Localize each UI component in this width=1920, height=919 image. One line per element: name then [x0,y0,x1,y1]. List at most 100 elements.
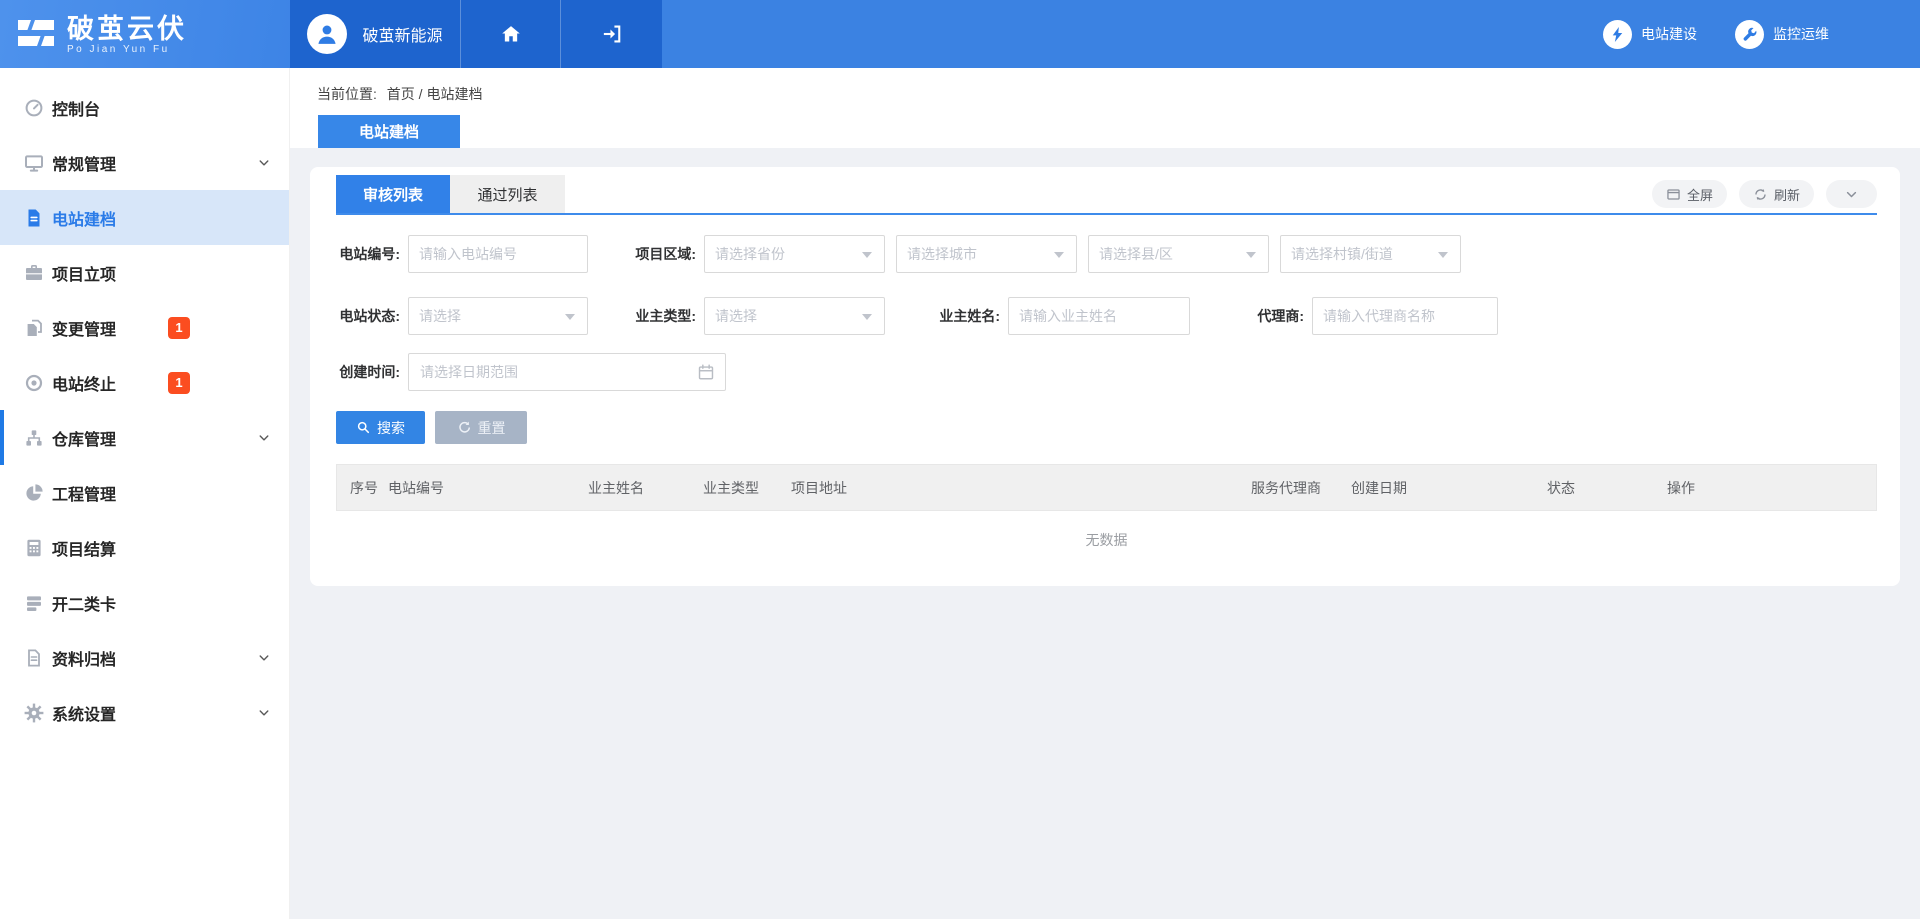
home-icon [500,23,522,45]
signin-button[interactable] [560,0,662,68]
table-header: 序号电站编号业主姓名业主类型项目地址服务代理商创建日期状态操作 [336,464,1877,511]
window-icon [1666,187,1681,202]
sidebar-item-project-init[interactable]: 项目立项 [0,245,289,300]
sidebar-item-warehouse[interactable]: 仓库管理 [0,410,289,465]
chevron-down-icon [257,431,271,445]
sidebar-item-label: 仓库管理 [52,426,116,450]
sidebar-item-label: 资料归档 [52,646,116,670]
nav-station-construction[interactable]: 电站建设 [1603,20,1697,49]
list-tabs: 审核列表通过列表 [336,175,1877,215]
status-select[interactable]: 请选择 [408,297,588,335]
sidebar-item-label: 电站终止 [52,371,116,395]
lightning-icon [1609,26,1626,43]
owner-name-label: 业主姓名: [930,306,1008,326]
breadcrumb-prefix: 当前位置: [317,86,377,102]
region-select-town[interactable]: 请选择村镇/街道 [1280,235,1461,273]
sidebar-item-settlement[interactable]: 项目结算 [0,520,289,575]
table-column-header: 项目地址 [791,478,1251,498]
sidebar-item-label: 开二类卡 [52,591,116,615]
wrench-icon [1741,26,1758,43]
collapse-button[interactable] [1826,180,1877,208]
dashboard-icon [24,98,44,118]
sidebar-item-label: 电站建档 [52,206,116,230]
owner-type-label: 业主类型: [630,306,704,326]
cards-icon [24,593,44,613]
monitor-icon [24,153,44,173]
brand-title: 破茧云伏 [67,14,187,44]
search-button[interactable]: 搜索 [336,411,425,444]
fullscreen-button[interactable]: 全屏 [1652,180,1727,208]
user-menu[interactable]: 破茧新能源 [290,0,460,68]
sidebar-item-settings[interactable]: 系统设置 [0,685,289,740]
owner-type-select[interactable]: 请选择 [704,297,885,335]
sidebar-item-label: 项目立项 [52,261,116,285]
chevron-down-icon [257,706,271,720]
file-icon [24,208,44,228]
sidebar-item-label: 系统设置 [52,701,116,725]
sidebar-item-archive[interactable]: 资料归档 [0,630,289,685]
sidebar-item-general[interactable]: 常规管理 [0,135,289,190]
home-button[interactable] [460,0,560,68]
owner-name-input[interactable] [1008,297,1190,335]
calendar-icon [697,363,715,381]
agent-input[interactable] [1312,297,1498,335]
created-label: 创建时间: [336,362,408,382]
table-column-header: 业主姓名 [588,478,703,498]
sidebar-item-label: 项目结算 [52,536,116,560]
company-name: 破茧新能源 [362,22,442,46]
page-tab-station-file[interactable]: 电站建档 [318,115,460,148]
status-label: 电站状态: [336,306,408,326]
top-header: 破茧云伏 Po Jian Yun Fu 破茧新能源 [0,0,1920,68]
sidebar-item-change[interactable]: 变更管理 1 [0,300,289,355]
chevron-down-icon [257,651,271,665]
sitemap-icon [24,428,44,448]
sidebar-item-label: 工程管理 [52,481,116,505]
sidebar-item-console[interactable]: 控制台 [0,80,289,135]
search-icon [356,420,371,435]
sidebar-item-engineering[interactable]: 工程管理 [0,465,289,520]
sidebar-item-label: 控制台 [52,96,100,120]
pie-icon [24,483,44,503]
briefcase-icon [24,263,44,283]
sidebar-item-card[interactable]: 开二类卡 [0,575,289,630]
count-badge: 1 [168,372,190,394]
tab-review-list[interactable]: 审核列表 [336,175,450,213]
chevron-down-icon [257,156,271,170]
sidebar-menu: 控制台 常规管理 电站建档 项目立项 变更管理 1 电站终止 1 仓库管理 工程… [0,68,290,919]
target-icon [24,373,44,393]
region-select-city[interactable]: 请选择城市 [896,235,1077,273]
sign-in-icon [601,23,623,45]
sidebar-item-station-file[interactable]: 电站建档 [0,190,289,245]
reset-button[interactable]: 重置 [435,411,527,444]
refresh-icon [1753,187,1768,202]
tab-passed-list[interactable]: 通过列表 [450,175,565,213]
empty-state: 无数据 [336,511,1877,550]
nav-monitoring-ops[interactable]: 监控运维 [1735,20,1829,49]
sidebar-item-label: 变更管理 [52,316,116,340]
station-no-label: 电站编号: [336,244,408,264]
station-no-input[interactable] [408,235,588,273]
sidebar-item-terminate[interactable]: 电站终止 1 [0,355,289,410]
table-column-header: 操作 [1667,478,1876,498]
table-column-header: 创建日期 [1351,478,1547,498]
brand-subtitle: Po Jian Yun Fu [67,44,187,55]
breadcrumb-path[interactable]: 首页 / 电站建档 [387,86,483,102]
pages-icon [24,318,44,338]
calculator-icon [24,538,44,558]
brand-logo[interactable]: 破茧云伏 Po Jian Yun Fu [0,0,290,68]
brand-logo-icon [14,12,58,56]
gear-icon [24,703,44,723]
table-column-header: 服务代理商 [1251,478,1351,498]
table-column-header: 序号 [350,478,388,498]
breadcrumb: 当前位置: 首页 / 电站建档 [290,68,1920,104]
region-select-province[interactable]: 请选择省份 [704,235,885,273]
sidebar-item-label: 常规管理 [52,151,116,175]
list-panel: 审核列表通过列表 全屏 刷新 [310,167,1900,586]
user-icon [314,21,340,47]
date-range-input[interactable]: 请选择日期范围 [408,353,726,391]
refresh-button[interactable]: 刷新 [1739,180,1814,208]
region-select-county[interactable]: 请选择县/区 [1088,235,1269,273]
main-content: 当前位置: 首页 / 电站建档 电站建档 审核列表通过列表 全屏 [290,68,1920,919]
count-badge: 1 [168,317,190,339]
doc-icon [24,648,44,668]
